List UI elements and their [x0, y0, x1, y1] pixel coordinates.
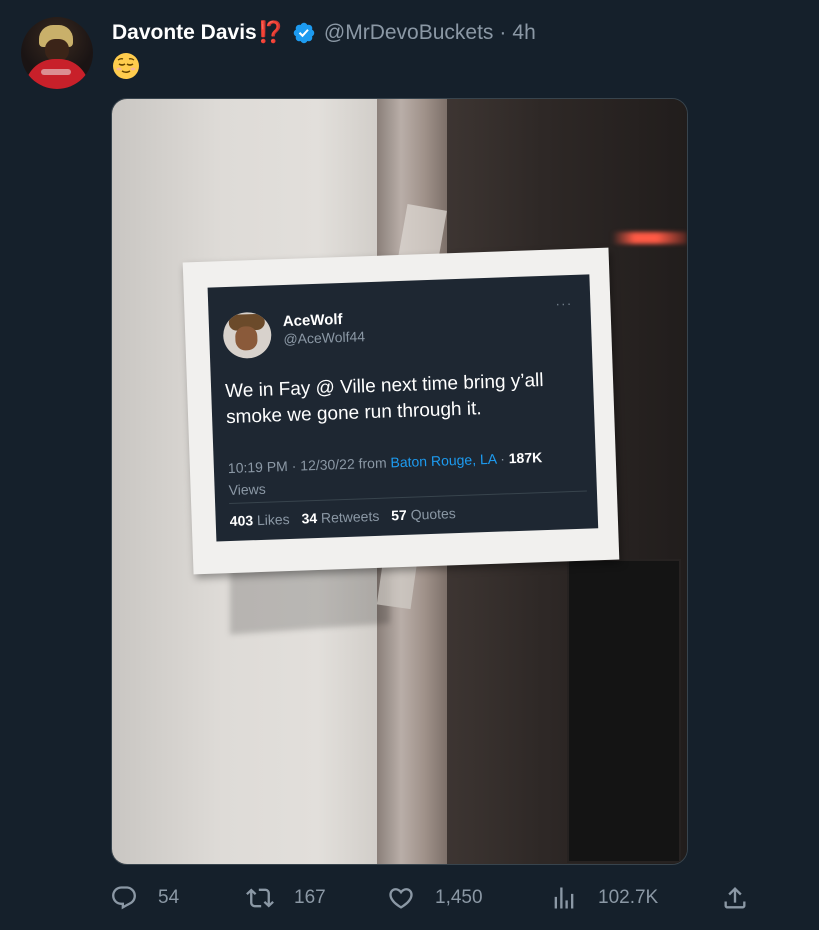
printed-author-handle: @AceWolf44 — [283, 328, 366, 348]
retweet-button[interactable]: 167 — [246, 884, 326, 912]
printed-more-icon: ··· — [555, 294, 573, 312]
retweet-count: 167 — [294, 887, 326, 908]
tweet-media-photo[interactable]: AceWolf @AceWolf44 ··· We in Fay @ Ville… — [111, 98, 688, 865]
photo-red-light — [612, 232, 687, 244]
retweet-icon — [246, 888, 274, 908]
author-name[interactable]: Davonte Davis — [112, 21, 257, 45]
printed-avatar — [222, 311, 273, 360]
printed-likes-label: Likes — [256, 510, 290, 529]
printed-retweets-label: Retweets — [320, 507, 380, 526]
printed-date: 12/30/22 — [299, 455, 355, 474]
like-count: 1,450 — [435, 887, 483, 908]
printed-avatar-face — [234, 325, 258, 351]
printed-stats: 403 Likes 34 Retweets 57 Quotes — [229, 505, 456, 529]
printed-from-label: from — [358, 454, 387, 472]
share-icon — [724, 887, 746, 909]
printed-author-name: AceWolf — [282, 310, 343, 331]
share-button[interactable] — [721, 884, 749, 912]
avatar-face — [45, 39, 69, 61]
photo-door-panel — [567, 559, 681, 863]
reply-button[interactable]: 54 — [110, 884, 179, 912]
views-button[interactable]: 102.7K — [550, 884, 658, 912]
author-handle[interactable]: @MrDevoBuckets — [324, 21, 494, 45]
printed-views-label: Views — [228, 480, 267, 499]
printed-retweets-count: 34 — [301, 509, 318, 527]
printed-quotes-count: 57 — [390, 506, 408, 524]
author-badge-emoji: ⁉️ — [257, 21, 284, 44]
printed-location: Baton Rouge, LA — [390, 450, 497, 471]
author-avatar[interactable] — [21, 17, 93, 89]
verified-badge-icon — [293, 22, 315, 44]
analytics-icon — [554, 887, 574, 909]
tweet-actions-bar: 54 167 1,450 102.7K — [0, 884, 819, 914]
reply-icon — [112, 886, 136, 910]
relieved-face-icon — [113, 53, 139, 79]
meta-separator: · — [499, 21, 507, 44]
heart-icon — [389, 888, 413, 909]
printed-quotes-label: Quotes — [410, 505, 457, 523]
like-button[interactable]: 1,450 — [387, 884, 483, 912]
printed-views-count: 187K — [508, 449, 543, 467]
printed-paper: AceWolf @AceWolf44 ··· We in Fay @ Ville… — [182, 247, 620, 575]
printed-time: 10:19 PM — [227, 457, 289, 477]
tweet-header: Davonte Davis ⁉️ @MrDevoBuckets · 4h — [112, 19, 536, 47]
printed-tweet-card: AceWolf @AceWolf44 ··· We in Fay @ Ville… — [207, 274, 599, 542]
avatar-print — [41, 69, 71, 75]
views-count: 102.7K — [598, 887, 659, 908]
reply-count: 54 — [158, 887, 180, 908]
tweet-time[interactable]: 4h — [512, 21, 535, 45]
printed-likes-count: 403 — [229, 512, 254, 530]
printed-tweet-text: We in Fay @ Ville next time bring y’all … — [224, 370, 544, 429]
